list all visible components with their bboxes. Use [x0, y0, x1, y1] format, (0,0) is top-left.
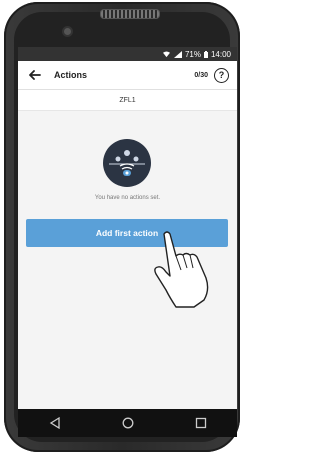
triangle-back-icon[interactable] — [49, 417, 61, 429]
device-name: ZFL1 — [18, 90, 237, 111]
actions-counter: 0/30 — [194, 71, 208, 79]
battery-icon — [203, 50, 208, 58]
status-bar: 71% 14:00 — [18, 47, 237, 61]
system-nav-bar — [18, 409, 237, 437]
add-first-action-label: Add first action — [95, 228, 159, 238]
app-bar: Actions 0/30 ? — [18, 61, 237, 90]
front-camera — [64, 28, 71, 35]
empty-state-message: You have no actions set. — [94, 195, 161, 201]
device-emblem-icon — [103, 139, 151, 187]
clock: 14:00 — [210, 49, 231, 59]
battery-level: 71% — [184, 49, 201, 59]
square-recent-icon[interactable] — [195, 417, 207, 429]
pointing-hand-icon — [154, 231, 209, 308]
question-circle-icon[interactable]: ? — [214, 67, 229, 83]
circle-home-icon[interactable] — [122, 417, 134, 429]
arrow-left-icon — [29, 70, 41, 80]
signal-icon — [173, 50, 182, 58]
speaker-grille — [100, 9, 160, 19]
help-label: ? — [218, 70, 225, 80]
wifi-icon — [162, 50, 170, 57]
emblem-graphic — [109, 150, 145, 176]
page-title: Actions — [54, 70, 88, 80]
back-button[interactable] — [26, 66, 44, 84]
